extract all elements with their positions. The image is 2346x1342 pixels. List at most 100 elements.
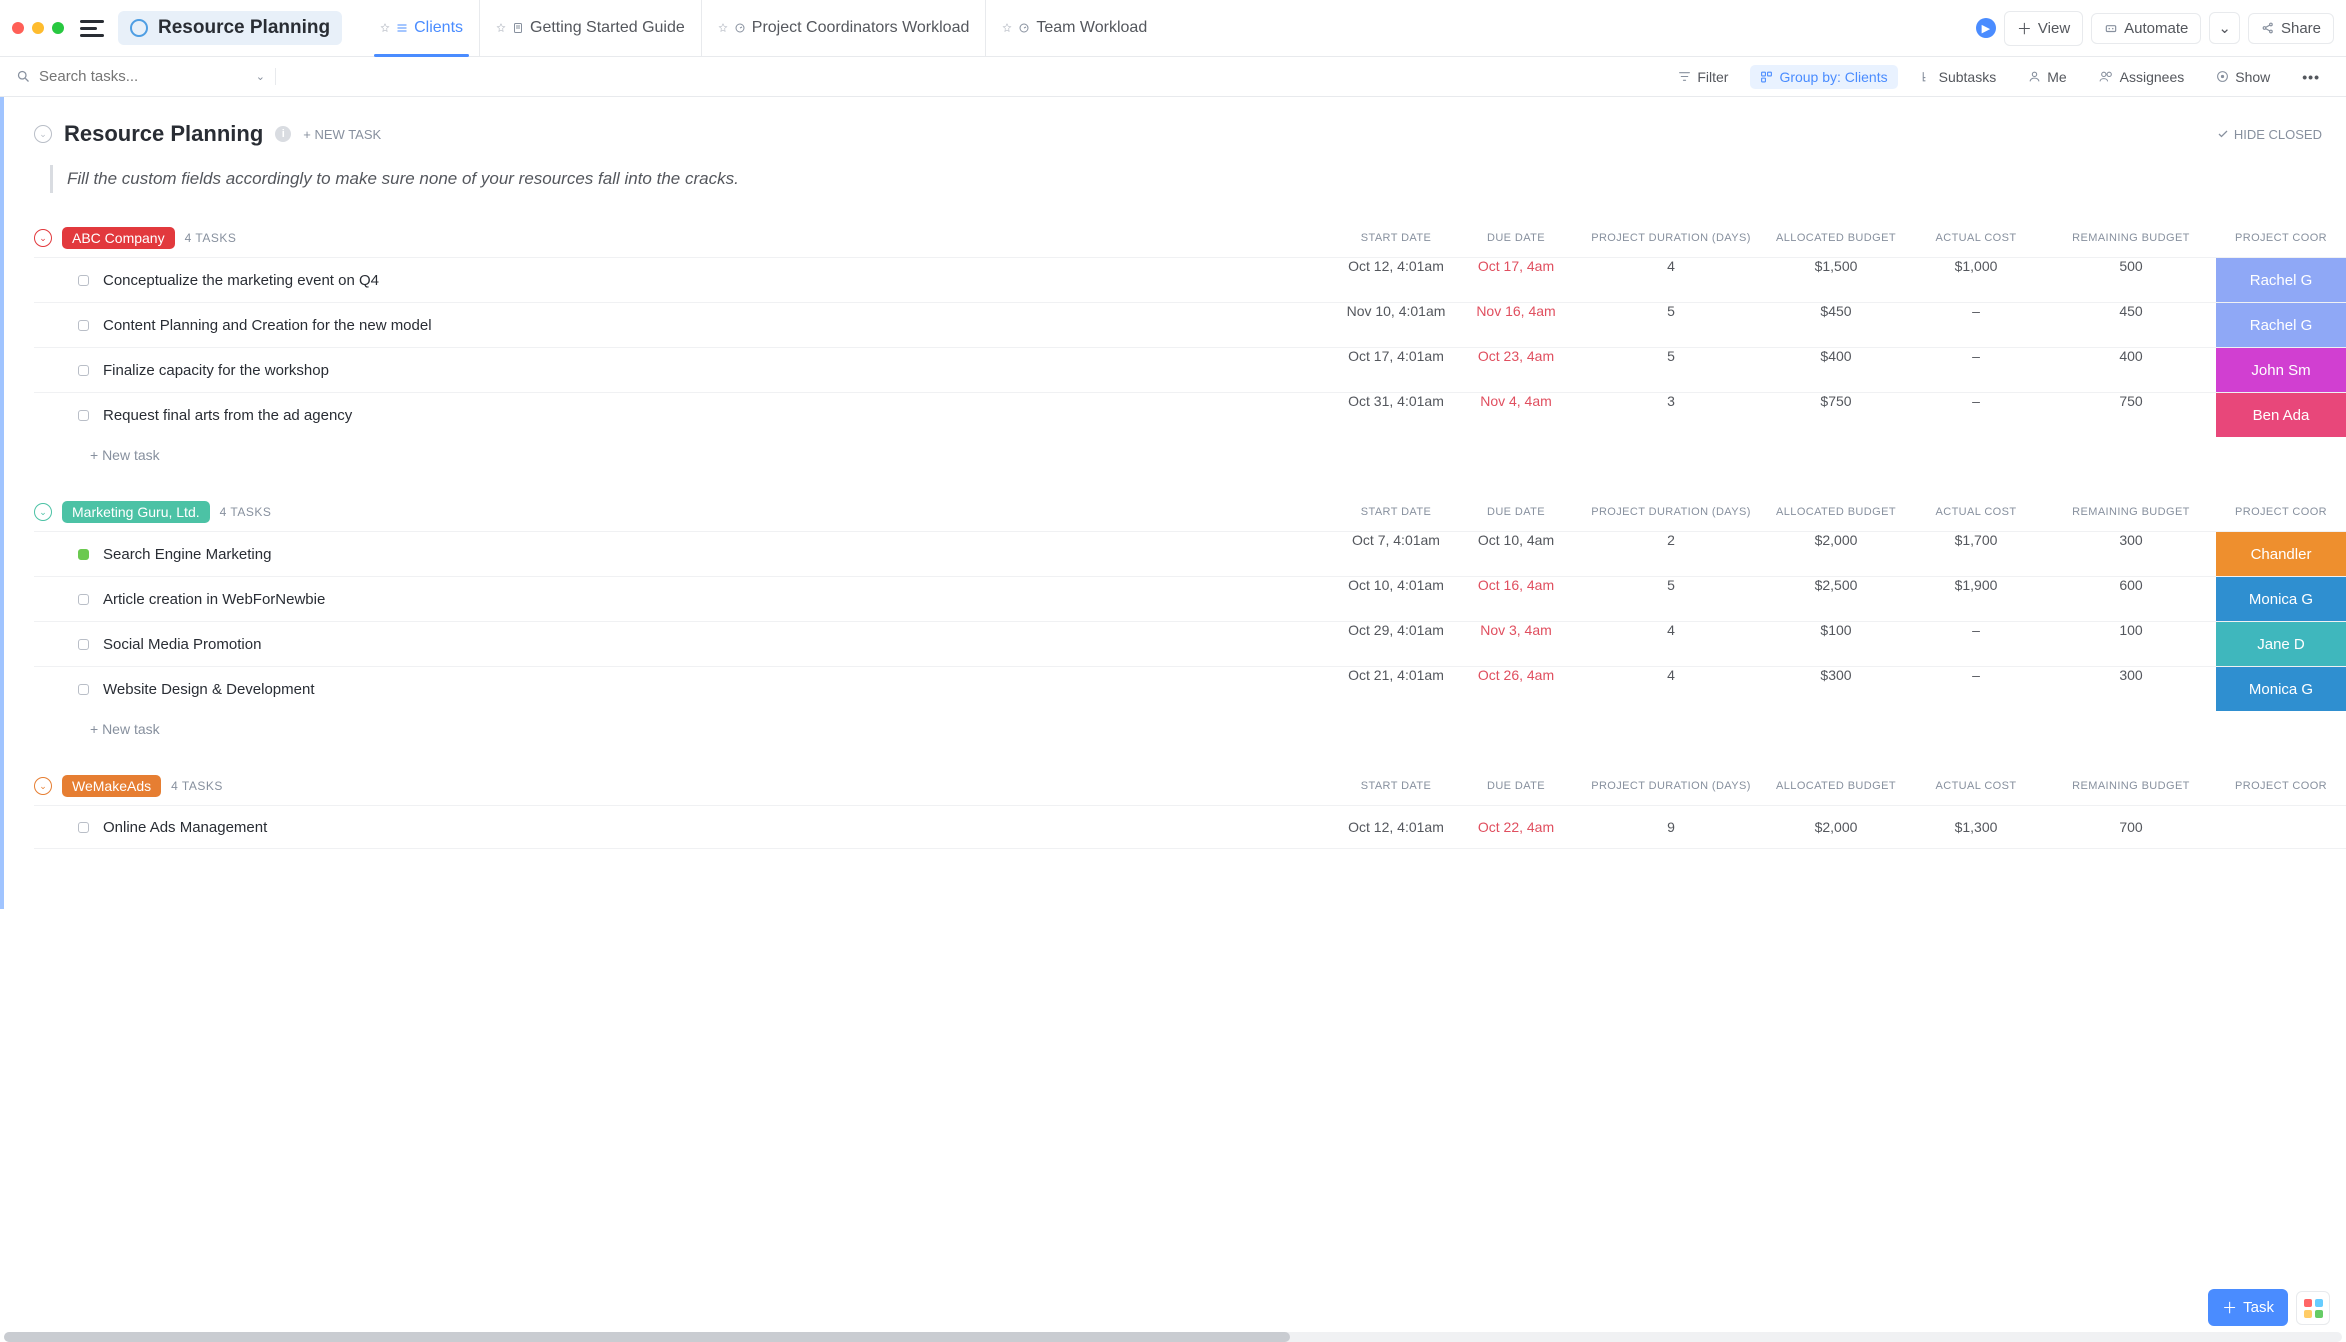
info-icon[interactable]: i <box>275 126 291 142</box>
task-name[interactable]: Search Engine Marketing <box>103 546 473 563</box>
cell-duration[interactable]: 4 <box>1576 667 1766 711</box>
col-duration[interactable]: PROJECT DURATION (DAYS) <box>1576 780 1766 792</box>
cell-allocated[interactable]: $450 <box>1766 303 1906 347</box>
col-duration[interactable]: PROJECT DURATION (DAYS) <box>1576 506 1766 518</box>
cell-due-date[interactable]: Oct 10, 4am <box>1456 532 1576 576</box>
task-name[interactable]: Content Planning and Creation for the ne… <box>103 317 473 334</box>
me-button[interactable]: Me <box>2018 65 2076 89</box>
task-name[interactable]: Online Ads Management <box>103 819 473 836</box>
maximize-window-button[interactable] <box>52 22 64 34</box>
cell-duration[interactable]: 4 <box>1576 622 1766 666</box>
status-square-icon[interactable] <box>78 639 89 650</box>
cell-coordinator[interactable]: Monica G <box>2216 667 2346 711</box>
cell-allocated[interactable]: $100 <box>1766 622 1906 666</box>
cell-start-date[interactable]: Oct 17, 4:01am <box>1336 348 1456 392</box>
status-square-icon[interactable] <box>78 549 89 560</box>
cell-coordinator[interactable] <box>2216 819 2346 835</box>
status-square-icon[interactable] <box>78 684 89 695</box>
cell-duration[interactable]: 5 <box>1576 577 1766 621</box>
task-name[interactable]: Finalize capacity for the workshop <box>103 362 473 379</box>
cell-due-date[interactable]: Oct 22, 4am <box>1456 819 1576 835</box>
status-square-icon[interactable] <box>78 594 89 605</box>
apps-fab[interactable] <box>2296 1291 2330 1325</box>
cell-remaining[interactable]: 100 <box>2046 622 2216 666</box>
col-remaining[interactable]: REMAINING BUDGET <box>2046 232 2216 244</box>
hamburger-menu-icon[interactable] <box>80 16 104 40</box>
cell-actual[interactable]: $1,000 <box>1906 258 2046 302</box>
automate-button[interactable]: Automate <box>2091 13 2201 44</box>
hide-closed-button[interactable]: HIDE CLOSED <box>2217 127 2322 142</box>
col-actual[interactable]: ACTUAL COST <box>1906 780 2046 792</box>
status-square-icon[interactable] <box>78 822 89 833</box>
col-actual[interactable]: ACTUAL COST <box>1906 232 2046 244</box>
cell-start-date[interactable]: Oct 21, 4:01am <box>1336 667 1456 711</box>
automate-dropdown-button[interactable]: ⌄ <box>2209 12 2240 44</box>
minimize-window-button[interactable] <box>32 22 44 34</box>
task-row[interactable]: Request final arts from the ad agencyOct… <box>34 392 2346 437</box>
cell-duration[interactable]: 4 <box>1576 258 1766 302</box>
tab-getting-started-guide[interactable]: Getting Started Guide <box>480 0 702 57</box>
cell-due-date[interactable]: Oct 26, 4am <box>1456 667 1576 711</box>
status-square-icon[interactable] <box>78 275 89 286</box>
col-coordinator[interactable]: PROJECT COOR <box>2216 232 2346 244</box>
cell-remaining[interactable]: 750 <box>2046 393 2216 437</box>
cell-duration[interactable]: 2 <box>1576 532 1766 576</box>
col-due-date[interactable]: DUE DATE <box>1456 780 1576 792</box>
subtasks-button[interactable]: Subtasks <box>1910 65 2007 89</box>
cell-due-date[interactable]: Oct 17, 4am <box>1456 258 1576 302</box>
col-start-date[interactable]: START DATE <box>1336 506 1456 518</box>
col-allocated[interactable]: ALLOCATED BUDGET <box>1766 232 1906 244</box>
cell-remaining[interactable]: 400 <box>2046 348 2216 392</box>
status-square-icon[interactable] <box>78 410 89 421</box>
cell-coordinator[interactable]: Monica G <box>2216 577 2346 621</box>
cell-coordinator[interactable]: Chandler <box>2216 532 2346 576</box>
cell-remaining[interactable]: 450 <box>2046 303 2216 347</box>
cell-actual[interactable]: $1,900 <box>1906 577 2046 621</box>
group-chip[interactable]: Marketing Guru, Ltd. <box>62 501 210 523</box>
col-remaining[interactable]: REMAINING BUDGET <box>2046 780 2216 792</box>
cell-actual[interactable]: – <box>1906 622 2046 666</box>
task-name[interactable]: Website Design & Development <box>103 681 473 698</box>
search-input[interactable] <box>39 68 248 85</box>
col-remaining[interactable]: REMAINING BUDGET <box>2046 506 2216 518</box>
cell-duration[interactable]: 5 <box>1576 303 1766 347</box>
cell-allocated[interactable]: $2,000 <box>1766 819 1906 835</box>
add-task-row[interactable]: + New task <box>34 437 2346 467</box>
cell-remaining[interactable]: 700 <box>2046 819 2216 835</box>
task-row[interactable]: Search Engine MarketingOct 7, 4:01amOct … <box>34 531 2346 576</box>
task-row[interactable]: Finalize capacity for the workshop Oct 17… <box>34 347 2346 392</box>
col-coordinator[interactable]: PROJECT COOR <box>2216 506 2346 518</box>
horizontal-scrollbar[interactable] <box>4 1332 2342 1342</box>
cell-coordinator[interactable]: Rachel G <box>2216 258 2346 302</box>
task-name[interactable]: Conceptualize the marketing event on Q4 <box>103 272 473 289</box>
cell-remaining[interactable]: 300 <box>2046 667 2216 711</box>
col-actual[interactable]: ACTUAL COST <box>1906 506 2046 518</box>
task-row[interactable]: Website Design & Development Oct 21, 4:01… <box>34 666 2346 711</box>
cell-start-date[interactable]: Oct 29, 4:01am <box>1336 622 1456 666</box>
search-chevron-icon[interactable]: ⌄ <box>256 70 265 83</box>
col-due-date[interactable]: DUE DATE <box>1456 232 1576 244</box>
col-start-date[interactable]: START DATE <box>1336 780 1456 792</box>
cell-coordinator[interactable]: Jane D <box>2216 622 2346 666</box>
cell-start-date[interactable]: Nov 10, 4:01am <box>1336 303 1456 347</box>
tab-team-workload[interactable]: Team Workload <box>986 0 1163 57</box>
cell-remaining[interactable]: 600 <box>2046 577 2216 621</box>
status-square-icon[interactable] <box>78 320 89 331</box>
cell-allocated[interactable]: $2,500 <box>1766 577 1906 621</box>
cell-coordinator[interactable]: Rachel G <box>2216 303 2346 347</box>
share-button[interactable]: Share <box>2248 13 2334 44</box>
cell-allocated[interactable]: $1,500 <box>1766 258 1906 302</box>
automation-play-icon[interactable]: ▶ <box>1976 18 1996 38</box>
col-coordinator[interactable]: PROJECT COOR <box>2216 780 2346 792</box>
col-due-date[interactable]: DUE DATE <box>1456 506 1576 518</box>
task-row[interactable]: Article creation in WebForNewbieOct 10, … <box>34 576 2346 621</box>
add-task-row[interactable]: + New task <box>34 711 2346 741</box>
new-task-fab[interactable]: ＋Task <box>2208 1289 2288 1326</box>
cell-allocated[interactable]: $750 <box>1766 393 1906 437</box>
filter-button[interactable]: Filter <box>1668 65 1738 89</box>
cell-due-date[interactable]: Oct 23, 4am <box>1456 348 1576 392</box>
assignees-button[interactable]: Assignees <box>2089 65 2195 89</box>
cell-actual[interactable]: – <box>1906 303 2046 347</box>
cell-start-date[interactable]: Oct 31, 4:01am <box>1336 393 1456 437</box>
cell-allocated[interactable]: $400 <box>1766 348 1906 392</box>
